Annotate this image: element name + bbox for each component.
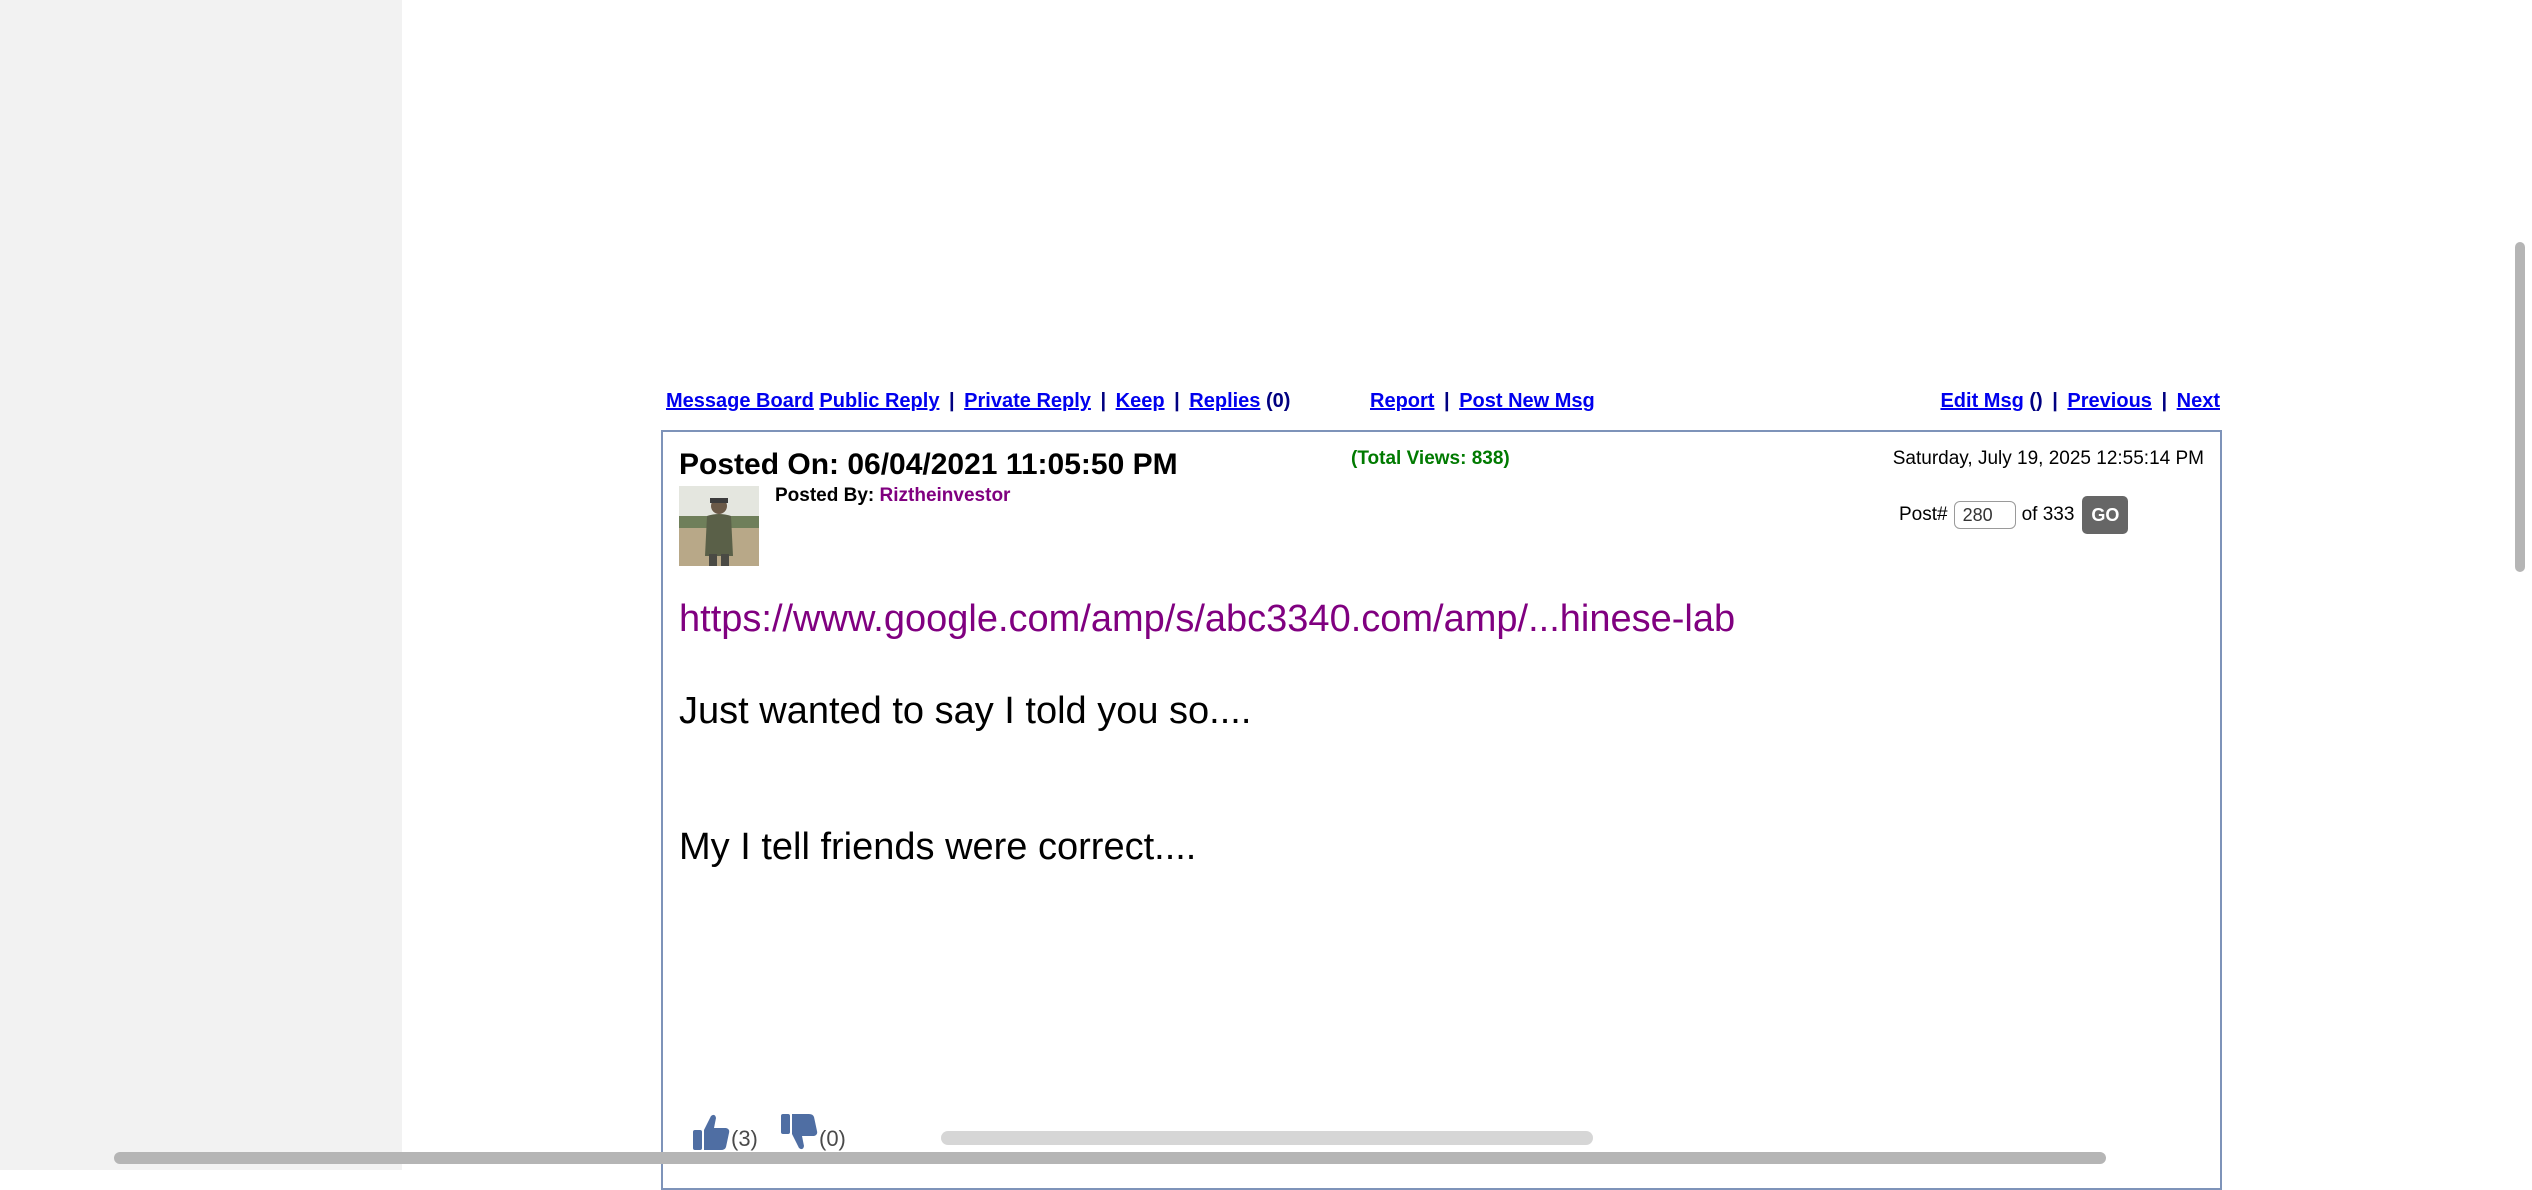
avatar-photo: [679, 486, 759, 566]
post-num-label: Post#: [1899, 504, 1948, 525]
post-number-jump: Post# of 333 GO: [1899, 496, 2129, 534]
page-horizontal-scrollbar[interactable]: [114, 1152, 2106, 1164]
replies-link[interactable]: Replies: [1189, 390, 1260, 412]
author-link[interactable]: Riztheinvestor: [880, 485, 1011, 506]
separator: |: [1444, 390, 1450, 412]
post-container: Posted On: 06/04/2021 11:05:50 PM (Total…: [661, 430, 2222, 1190]
nav-left-group: Message Board Public Reply | Private Rep…: [666, 390, 1290, 413]
edit-msg-link[interactable]: Edit Msg: [1940, 390, 2023, 412]
avatar[interactable]: [679, 486, 759, 566]
public-reply-link[interactable]: Public Reply: [819, 390, 939, 412]
keep-link[interactable]: Keep: [1116, 390, 1165, 412]
posted-by: Posted By: Riztheinvestor: [775, 485, 1010, 507]
message-nav-bar: Message Board Public Reply | Private Rep…: [666, 390, 2220, 418]
replies-count: (0): [1266, 390, 1291, 412]
thumbs-down-button[interactable]: (0): [779, 1112, 846, 1152]
current-date: Saturday, July 19, 2025 12:55:14 PM: [1892, 448, 2204, 469]
report-link[interactable]: Report: [1370, 390, 1434, 412]
post-url-link[interactable]: https://www.google.com/amp/s/abc3340.com…: [679, 598, 1735, 641]
thumbs-up-button[interactable]: (3): [691, 1112, 758, 1152]
posted-on-date: Posted On: 06/04/2021 11:05:50 PM: [679, 448, 1178, 481]
separator: |: [1174, 390, 1180, 412]
down-vote-count: (0): [819, 1126, 846, 1151]
nav-mid-group: Report | Post New Msg: [1370, 390, 1595, 413]
posted-by-label: Posted By:: [775, 485, 875, 506]
post-body-line: My I tell friends were correct....: [679, 826, 1197, 868]
post-total: of 333: [2021, 504, 2075, 525]
separator: |: [949, 390, 955, 412]
page-vertical-scrollbar[interactable]: [2515, 242, 2525, 572]
private-reply-link[interactable]: Private Reply: [964, 390, 1091, 412]
thumbs-up-icon: [693, 1114, 730, 1150]
post-new-msg-link[interactable]: Post New Msg: [1459, 390, 1595, 412]
previous-link[interactable]: Previous: [2067, 390, 2151, 412]
post-number-input[interactable]: [1953, 501, 2016, 529]
separator: |: [1100, 390, 1107, 412]
inner-horizontal-scrollbar[interactable]: [941, 1131, 1593, 1145]
thumbs-down-icon: [781, 1114, 818, 1150]
total-views: (Total Views: 838): [1351, 448, 1510, 469]
post-body-line: Just wanted to say I told you so....: [679, 690, 1252, 732]
up-vote-count: (3): [731, 1126, 758, 1151]
next-link[interactable]: Next: [2177, 390, 2220, 412]
separator: |: [2052, 390, 2058, 412]
separator: |: [2161, 390, 2168, 412]
nav-right-group: Edit Msg () | Previous | Next: [1940, 390, 2220, 413]
message-board-link[interactable]: Message Board: [666, 390, 814, 412]
left-gutter: [0, 0, 402, 1170]
go-button[interactable]: GO: [2082, 496, 2129, 534]
edit-msg-count: (): [2029, 390, 2043, 412]
